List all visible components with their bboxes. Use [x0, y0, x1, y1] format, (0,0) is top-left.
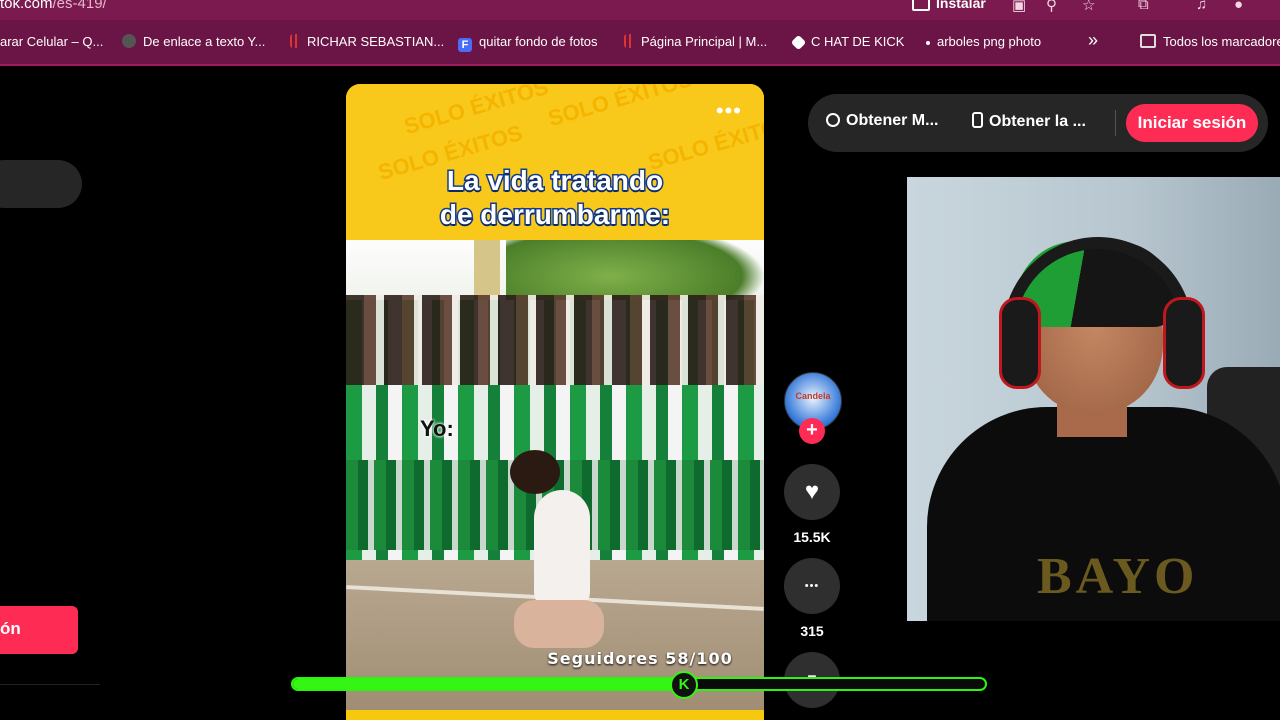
tiktok-icon: [826, 113, 840, 127]
video-caption-banner: SOLO ÉXITOS SOLO ÉXITOS SOLO ÉXITOS SOLO…: [346, 84, 764, 240]
bookmark-label: De enlace a texto Y...: [143, 34, 266, 49]
dancer-body: [534, 490, 590, 610]
search-bar-fragment[interactable]: [0, 160, 82, 208]
get-app-button[interactable]: Obtener la ...: [972, 112, 1086, 131]
bookmarks-bar: arar Celular – Q... De enlace a texto Y.…: [0, 20, 1280, 66]
bookmark-item[interactable]: Fquitar fondo de fotos: [458, 34, 598, 52]
like-button[interactable]: ♥: [784, 464, 840, 520]
video-frame: Yo:: [346, 240, 764, 710]
dancer-legs: [514, 600, 604, 648]
bookmark-label: C HAT DE KICK: [811, 34, 905, 49]
bookmark-label: RICHAR SEBASTIAN...: [307, 34, 445, 49]
avatar-text: Candela: [795, 391, 831, 401]
video-player[interactable]: SOLO ÉXITOS SOLO ÉXITOS SOLO ÉXITOS SOLO…: [346, 84, 764, 720]
dancer-hair: [510, 450, 560, 494]
login-fragment-label: ón: [0, 619, 21, 638]
bookmark-item[interactable]: Página Principal | M...: [624, 34, 767, 49]
like-count: 15.5K: [793, 529, 831, 545]
headphone-cup: [1163, 297, 1205, 389]
address-bar[interactable]: tok.com/es-419/ Instalar ▣ ⚲ ☆ ⧉ ♫ ●: [0, 0, 1280, 20]
extensions-icon[interactable]: ⧉: [1138, 0, 1149, 13]
translate-icon[interactable]: ▣: [1012, 0, 1026, 14]
more-options-icon[interactable]: •••: [716, 98, 742, 124]
caption-line: La vida tratando: [445, 164, 664, 198]
url-path: /es-419/: [52, 0, 107, 12]
bars-icon: [290, 34, 300, 48]
f-icon: F: [458, 38, 472, 52]
dancer-figure: [510, 450, 620, 680]
bookmark-label: quitar fondo de fotos: [479, 34, 598, 49]
bookmark-item[interactable]: arboles png photo: [926, 34, 1041, 49]
dot-icon: [926, 40, 930, 45]
video-caption: La vida tratando de derrumbarme:: [346, 164, 764, 232]
bookmark-item[interactable]: De enlace a texto Y...: [122, 34, 265, 49]
folder-icon: [1140, 34, 1156, 48]
comment-button[interactable]: •••: [784, 558, 840, 614]
followers-progress-fill: [293, 679, 695, 689]
bookmark-label: Todos los marcadores: [1163, 34, 1280, 49]
followers-goal-label: Seguidores 58/100: [547, 649, 733, 668]
get-app-label: Obtener la ...: [989, 113, 1086, 130]
profile-icon[interactable]: ●: [1234, 0, 1243, 13]
bookmark-star-icon[interactable]: ☆: [1082, 0, 1095, 14]
login-button-fragment[interactable]: ón: [0, 606, 78, 654]
install-button[interactable]: Instalar: [912, 0, 986, 12]
url-domain: tok.com: [0, 0, 53, 12]
header-actions: Obtener M... Obtener la ... Iniciar sesi…: [808, 94, 1268, 152]
kick-icon: [790, 34, 807, 51]
get-coins-label: Obtener M...: [846, 112, 939, 129]
login-button[interactable]: Iniciar sesión: [1126, 104, 1258, 142]
bookmark-item[interactable]: arar Celular – Q...: [0, 34, 103, 49]
zoom-icon[interactable]: ⚲: [1046, 0, 1057, 14]
headphone-cup: [999, 297, 1041, 389]
gear-icon: [122, 34, 136, 48]
shirt-text: BAYO: [1037, 548, 1199, 605]
kick-badge-icon: K: [670, 671, 698, 699]
install-icon: [912, 0, 930, 12]
bookmark-label: Página Principal | M...: [641, 34, 768, 49]
bookmark-item-all[interactable]: Todos los marcadores: [1140, 34, 1280, 49]
followers-progress-bar: [291, 677, 987, 691]
separator: [1115, 110, 1116, 136]
bookmark-item[interactable]: RICHAR SEBASTIAN...: [290, 34, 444, 49]
bookmark-label: arboles png photo: [937, 34, 1042, 49]
scene-crowd-heads: [346, 295, 764, 385]
bookmarks-more-button[interactable]: »: [1088, 30, 1098, 51]
bookmark-label: arar Celular – Q...: [0, 34, 104, 49]
url-text[interactable]: tok.com/es-419/: [0, 0, 107, 12]
overlay-label: Yo:: [420, 416, 454, 441]
get-coins-button[interactable]: Obtener M...: [826, 112, 938, 130]
comment-count: 315: [800, 623, 824, 639]
heart-icon: ♥: [804, 478, 820, 505]
divider: [0, 684, 100, 685]
caption-line: de derrumbarme:: [438, 198, 671, 232]
install-label: Instalar: [936, 0, 986, 11]
media-icon[interactable]: ♫: [1196, 0, 1207, 13]
webcam-feed: BAYO: [907, 177, 1280, 621]
comment-icon: •••: [804, 580, 820, 592]
watermark: SOLO ÉXITOS: [545, 84, 696, 132]
bookmark-item[interactable]: C HAT DE KICK: [790, 34, 905, 51]
phone-icon: [972, 112, 983, 128]
bars-icon: [624, 34, 634, 48]
video-footer: [346, 710, 764, 720]
follow-button[interactable]: +: [799, 418, 825, 444]
